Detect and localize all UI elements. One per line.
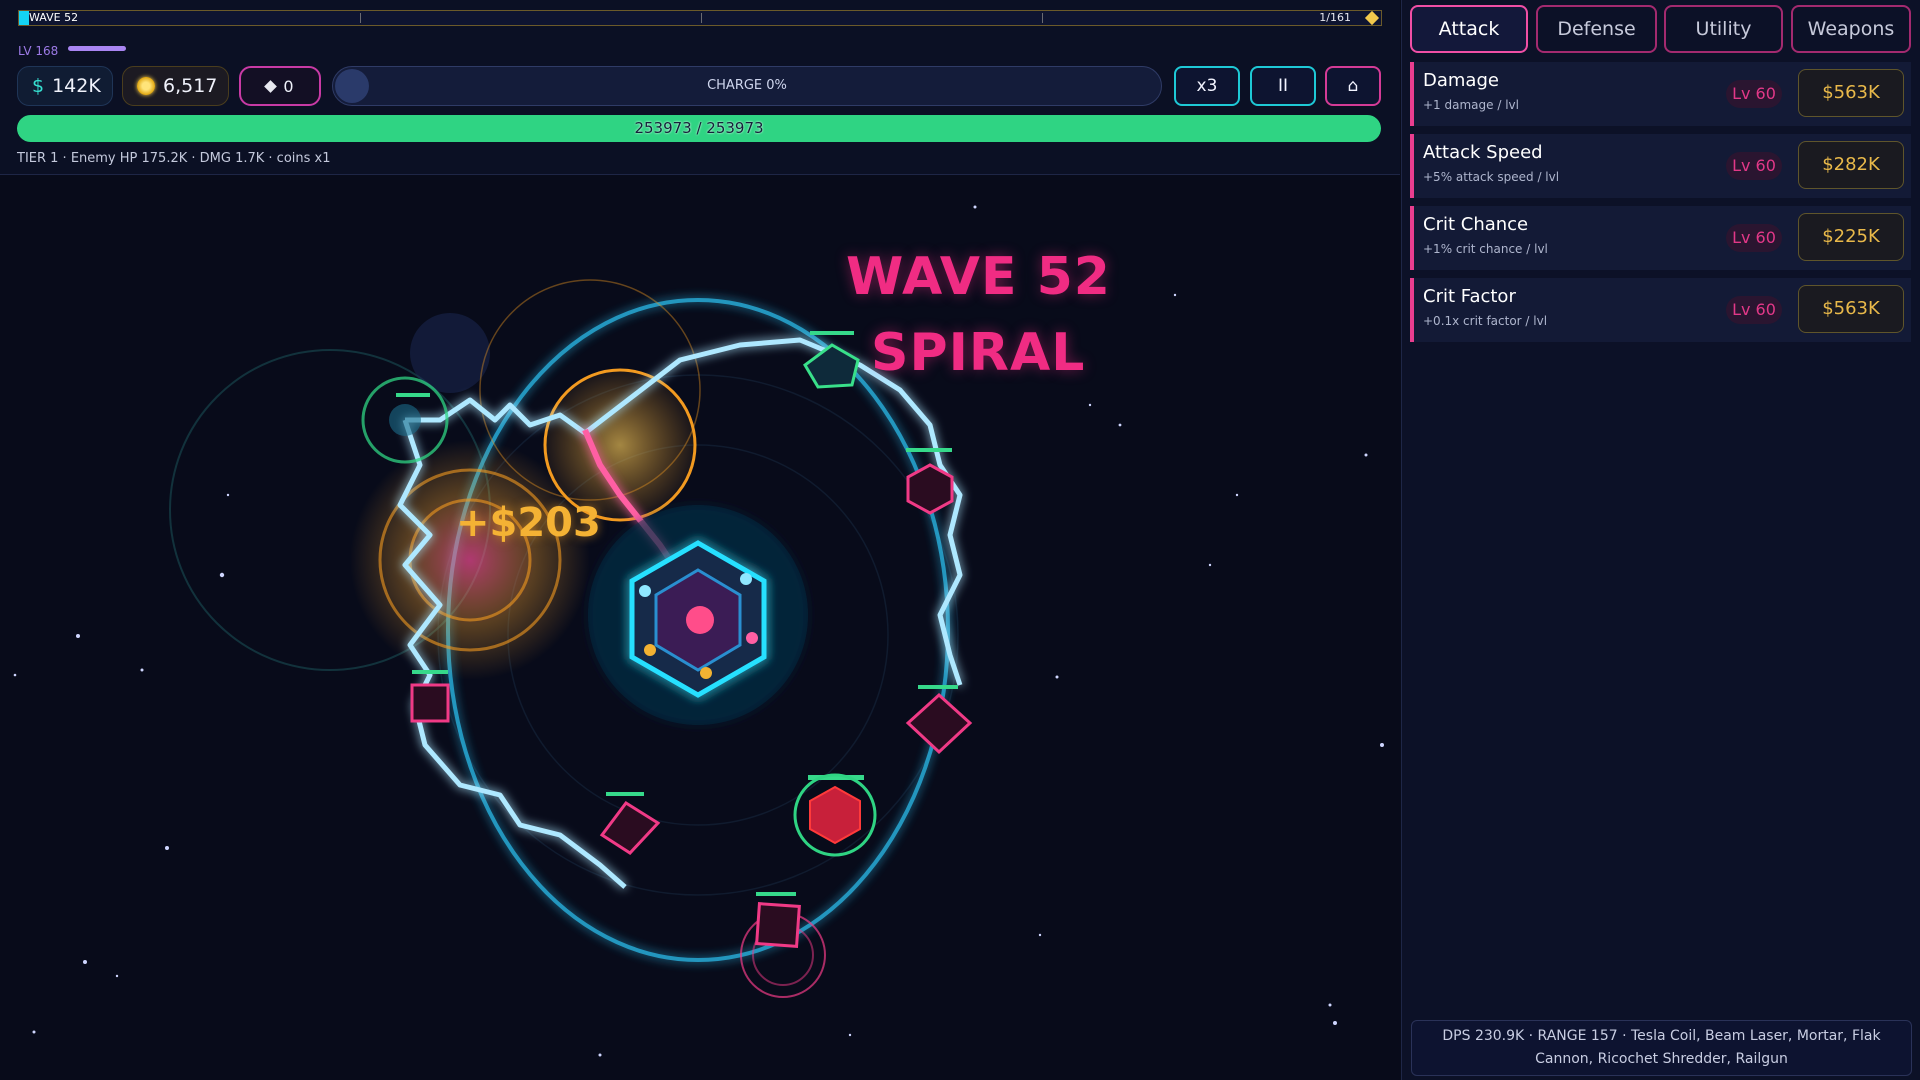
game-area[interactable]: WAVE 52 1/161 LV 168 $ 142K 6,517 0 CHAR… xyxy=(0,0,1400,1080)
tower-core xyxy=(588,505,808,725)
tab-utility[interactable]: Utility xyxy=(1664,5,1783,53)
wave-tick xyxy=(360,13,361,23)
battlefield[interactable]: WAVE 52 SPIRAL +$203 xyxy=(0,175,1400,1080)
upgrade-buy-button[interactable]: $563K xyxy=(1798,69,1904,117)
upgrade-level-badge: Lv 60 xyxy=(1726,80,1782,108)
upgrade-panel: Attack Defense Utility Weapons Damage +1… xyxy=(1401,0,1920,1080)
enemy xyxy=(599,792,661,855)
upgrade-buy-button[interactable]: $563K xyxy=(1798,285,1904,333)
upgrade-desc: +1% crit chance / lvl xyxy=(1423,242,1548,256)
level-label: LV 168 xyxy=(18,44,59,58)
battlefield-canvas xyxy=(13,205,1384,1057)
upgrade-buy-button[interactable]: $282K xyxy=(1798,141,1904,189)
wave-progress-bar: WAVE 52 1/161 xyxy=(18,10,1382,26)
wave-tick xyxy=(701,13,702,23)
wave-progress-fill xyxy=(19,11,29,25)
enemy xyxy=(803,331,860,389)
upgrade-name: Crit Chance xyxy=(1423,214,1529,235)
coin-icon xyxy=(137,77,155,95)
speed-button[interactable]: x3 xyxy=(1174,66,1240,106)
charge-label: CHARGE 0% xyxy=(707,78,787,93)
level-xp-bar xyxy=(68,46,126,51)
enemy xyxy=(793,773,877,857)
coins-counter: 6,517 xyxy=(122,66,229,106)
base-hp-bar: 253973 / 253973 xyxy=(17,115,1381,142)
gems-value: 0 xyxy=(283,76,294,96)
stats-line-2: Cannon, Ricochet Shredder, Railgun xyxy=(1535,1051,1788,1067)
wave-count: 1/161 xyxy=(1319,11,1351,24)
upgrade-card-crit-chance: Crit Chance +1% crit chance / lvl Lv 60 … xyxy=(1410,206,1911,270)
gems-button[interactable]: 0 xyxy=(239,66,321,106)
tower-stats: DPS 230.9K · RANGE 157 · Tesla Coil, Bea… xyxy=(1411,1020,1912,1076)
upgrade-name: Damage xyxy=(1423,70,1499,91)
wave-end-gem-icon xyxy=(1364,10,1380,26)
gem-icon xyxy=(264,79,278,93)
upgrade-desc: +5% attack speed / lvl xyxy=(1423,170,1560,184)
tab-defense[interactable]: Defense xyxy=(1536,5,1657,53)
home-button[interactable]: ⌂ xyxy=(1325,66,1381,106)
tab-attack[interactable]: Attack xyxy=(1410,5,1528,53)
upgrade-level-badge: Lv 60 xyxy=(1726,224,1782,252)
wave-banner-subtitle: SPIRAL xyxy=(871,323,1086,383)
upgrade-desc: +1 damage / lvl xyxy=(1423,98,1519,112)
upgrade-level-badge: Lv 60 xyxy=(1726,152,1782,180)
upgrade-card-attack-speed: Attack Speed +5% attack speed / lvl Lv 6… xyxy=(1410,134,1911,198)
pause-button[interactable]: II xyxy=(1250,66,1316,106)
stats-line-1: DPS 230.9K · RANGE 157 · Tesla Coil, Bea… xyxy=(1442,1028,1881,1044)
tier-info: TIER 1 · Enemy HP 175.2K · DMG 1.7K · co… xyxy=(17,151,331,166)
upgrade-desc: +0.1x crit factor / lvl xyxy=(1423,314,1548,328)
upgrade-card-crit-factor: Crit Factor +0.1x crit factor / lvl Lv 6… xyxy=(1410,278,1911,342)
enemy xyxy=(905,685,973,755)
money-counter: $ 142K xyxy=(17,66,113,106)
charge-button[interactable]: CHARGE 0% xyxy=(332,66,1162,106)
home-icon: ⌂ xyxy=(1347,76,1359,96)
wave-banner-title: WAVE 52 xyxy=(846,247,1111,307)
upgrade-level-badge: Lv 60 xyxy=(1726,296,1782,324)
money-icon: $ xyxy=(32,75,45,97)
player-level: LV 168 xyxy=(18,40,126,58)
wave-tick xyxy=(1042,13,1043,23)
base-hp-text: 253973 / 253973 xyxy=(634,119,764,137)
wave-label: WAVE 52 xyxy=(29,11,79,24)
enemy xyxy=(740,892,826,998)
coin-gain-popup: +$203 xyxy=(456,500,601,546)
upgrade-name: Attack Speed xyxy=(1423,142,1543,163)
coins-value: 6,517 xyxy=(163,75,218,97)
tab-weapons[interactable]: Weapons xyxy=(1791,5,1911,53)
pause-icon: II xyxy=(1277,76,1289,96)
upgrade-name: Crit Factor xyxy=(1423,286,1516,307)
hud: WAVE 52 1/161 LV 168 $ 142K 6,517 0 CHAR… xyxy=(0,0,1400,175)
upgrade-card-damage: Damage +1 damage / lvl Lv 60 $563K xyxy=(1410,62,1911,126)
money-value: 142K xyxy=(52,75,101,97)
upgrade-buy-button[interactable]: $225K xyxy=(1798,213,1904,261)
